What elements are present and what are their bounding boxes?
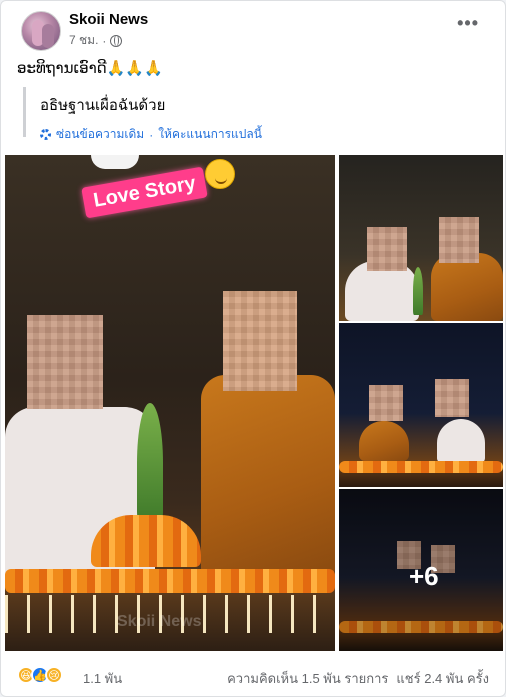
- reaction-count[interactable]: 1.1 พัน: [83, 668, 122, 689]
- page-name[interactable]: Skoii News: [69, 11, 148, 28]
- photo-main[interactable]: Love Story Skoii News: [5, 155, 335, 651]
- gear-icon: [40, 129, 51, 140]
- photo-4-more[interactable]: +6: [339, 489, 503, 651]
- post-text: ອະທິຖານເອົາດີ🙏🙏🙏: [17, 60, 163, 77]
- watermark: Skoii News: [117, 613, 202, 630]
- blurred-face: [435, 379, 469, 417]
- post-time[interactable]: 7 ชม.: [69, 31, 98, 50]
- marigold-row: [339, 461, 503, 473]
- link-separator: ·: [149, 127, 154, 142]
- photo-grid: Love Story Skoii News +6: [5, 155, 503, 655]
- translation-links: ซ่อนข้อความเดิม · ให้คะแนนการแปลนี้: [40, 125, 493, 144]
- blurred-face: [367, 227, 407, 271]
- krathong: [91, 515, 201, 567]
- banana-leaf: [137, 403, 163, 523]
- translated-text: อธิษฐานเผื่อฉันด้วย: [40, 97, 166, 114]
- banana-leaf: [413, 267, 423, 315]
- sad-icon: 😢: [45, 666, 63, 684]
- more-photos-count[interactable]: +6: [409, 561, 439, 592]
- reaction-icons[interactable]: 😆 👍 😢: [17, 666, 63, 684]
- blurred-face: [439, 217, 479, 263]
- blurred-face: [27, 315, 103, 409]
- monk-robe: [431, 253, 503, 321]
- photo-3[interactable]: [339, 323, 503, 487]
- comment-count[interactable]: ความคิดเห็น 1.5 พัน รายการ: [227, 668, 388, 689]
- photo-2[interactable]: [339, 155, 503, 321]
- post-footer: 😆 👍 😢 1.1 พัน ความคิดเห็น 1.5 พัน รายการ…: [17, 665, 489, 689]
- person-right: [437, 419, 485, 463]
- post-meta: 7 ชม. ·: [69, 31, 123, 50]
- share-count[interactable]: แชร์ 2.4 พัน ครั้ง: [396, 668, 489, 689]
- blurred-face: [223, 291, 297, 391]
- more-options-icon[interactable]: •••: [457, 13, 479, 34]
- blurred-face: [369, 385, 403, 421]
- avatar[interactable]: [21, 11, 61, 51]
- rate-translation-link[interactable]: ให้คะแนนการแปลนี้: [158, 125, 262, 144]
- monk-robe: [359, 421, 409, 461]
- translation-box: อธิษฐานเผื่อฉันด้วย ซ่อนข้อความเดิม · ให…: [23, 87, 493, 142]
- sticker-bubble: [91, 155, 139, 169]
- globe-icon: [110, 34, 123, 47]
- post-card: Skoii News 7 ชม. · ••• ອະທິຖານເອົາດີ🙏🙏🙏 …: [0, 0, 506, 697]
- hide-original-link[interactable]: ซ่อนข้อความเดิม: [56, 125, 144, 144]
- marigold-row: [5, 569, 335, 593]
- post-header: Skoii News 7 ชม. · •••: [17, 9, 489, 53]
- monk-robe: [201, 375, 335, 575]
- post-stats: ความคิดเห็น 1.5 พัน รายการ แชร์ 2.4 พัน …: [227, 668, 489, 689]
- smiling-hearts-emoji-icon: [205, 159, 235, 189]
- love-story-sticker: Love Story: [81, 166, 209, 219]
